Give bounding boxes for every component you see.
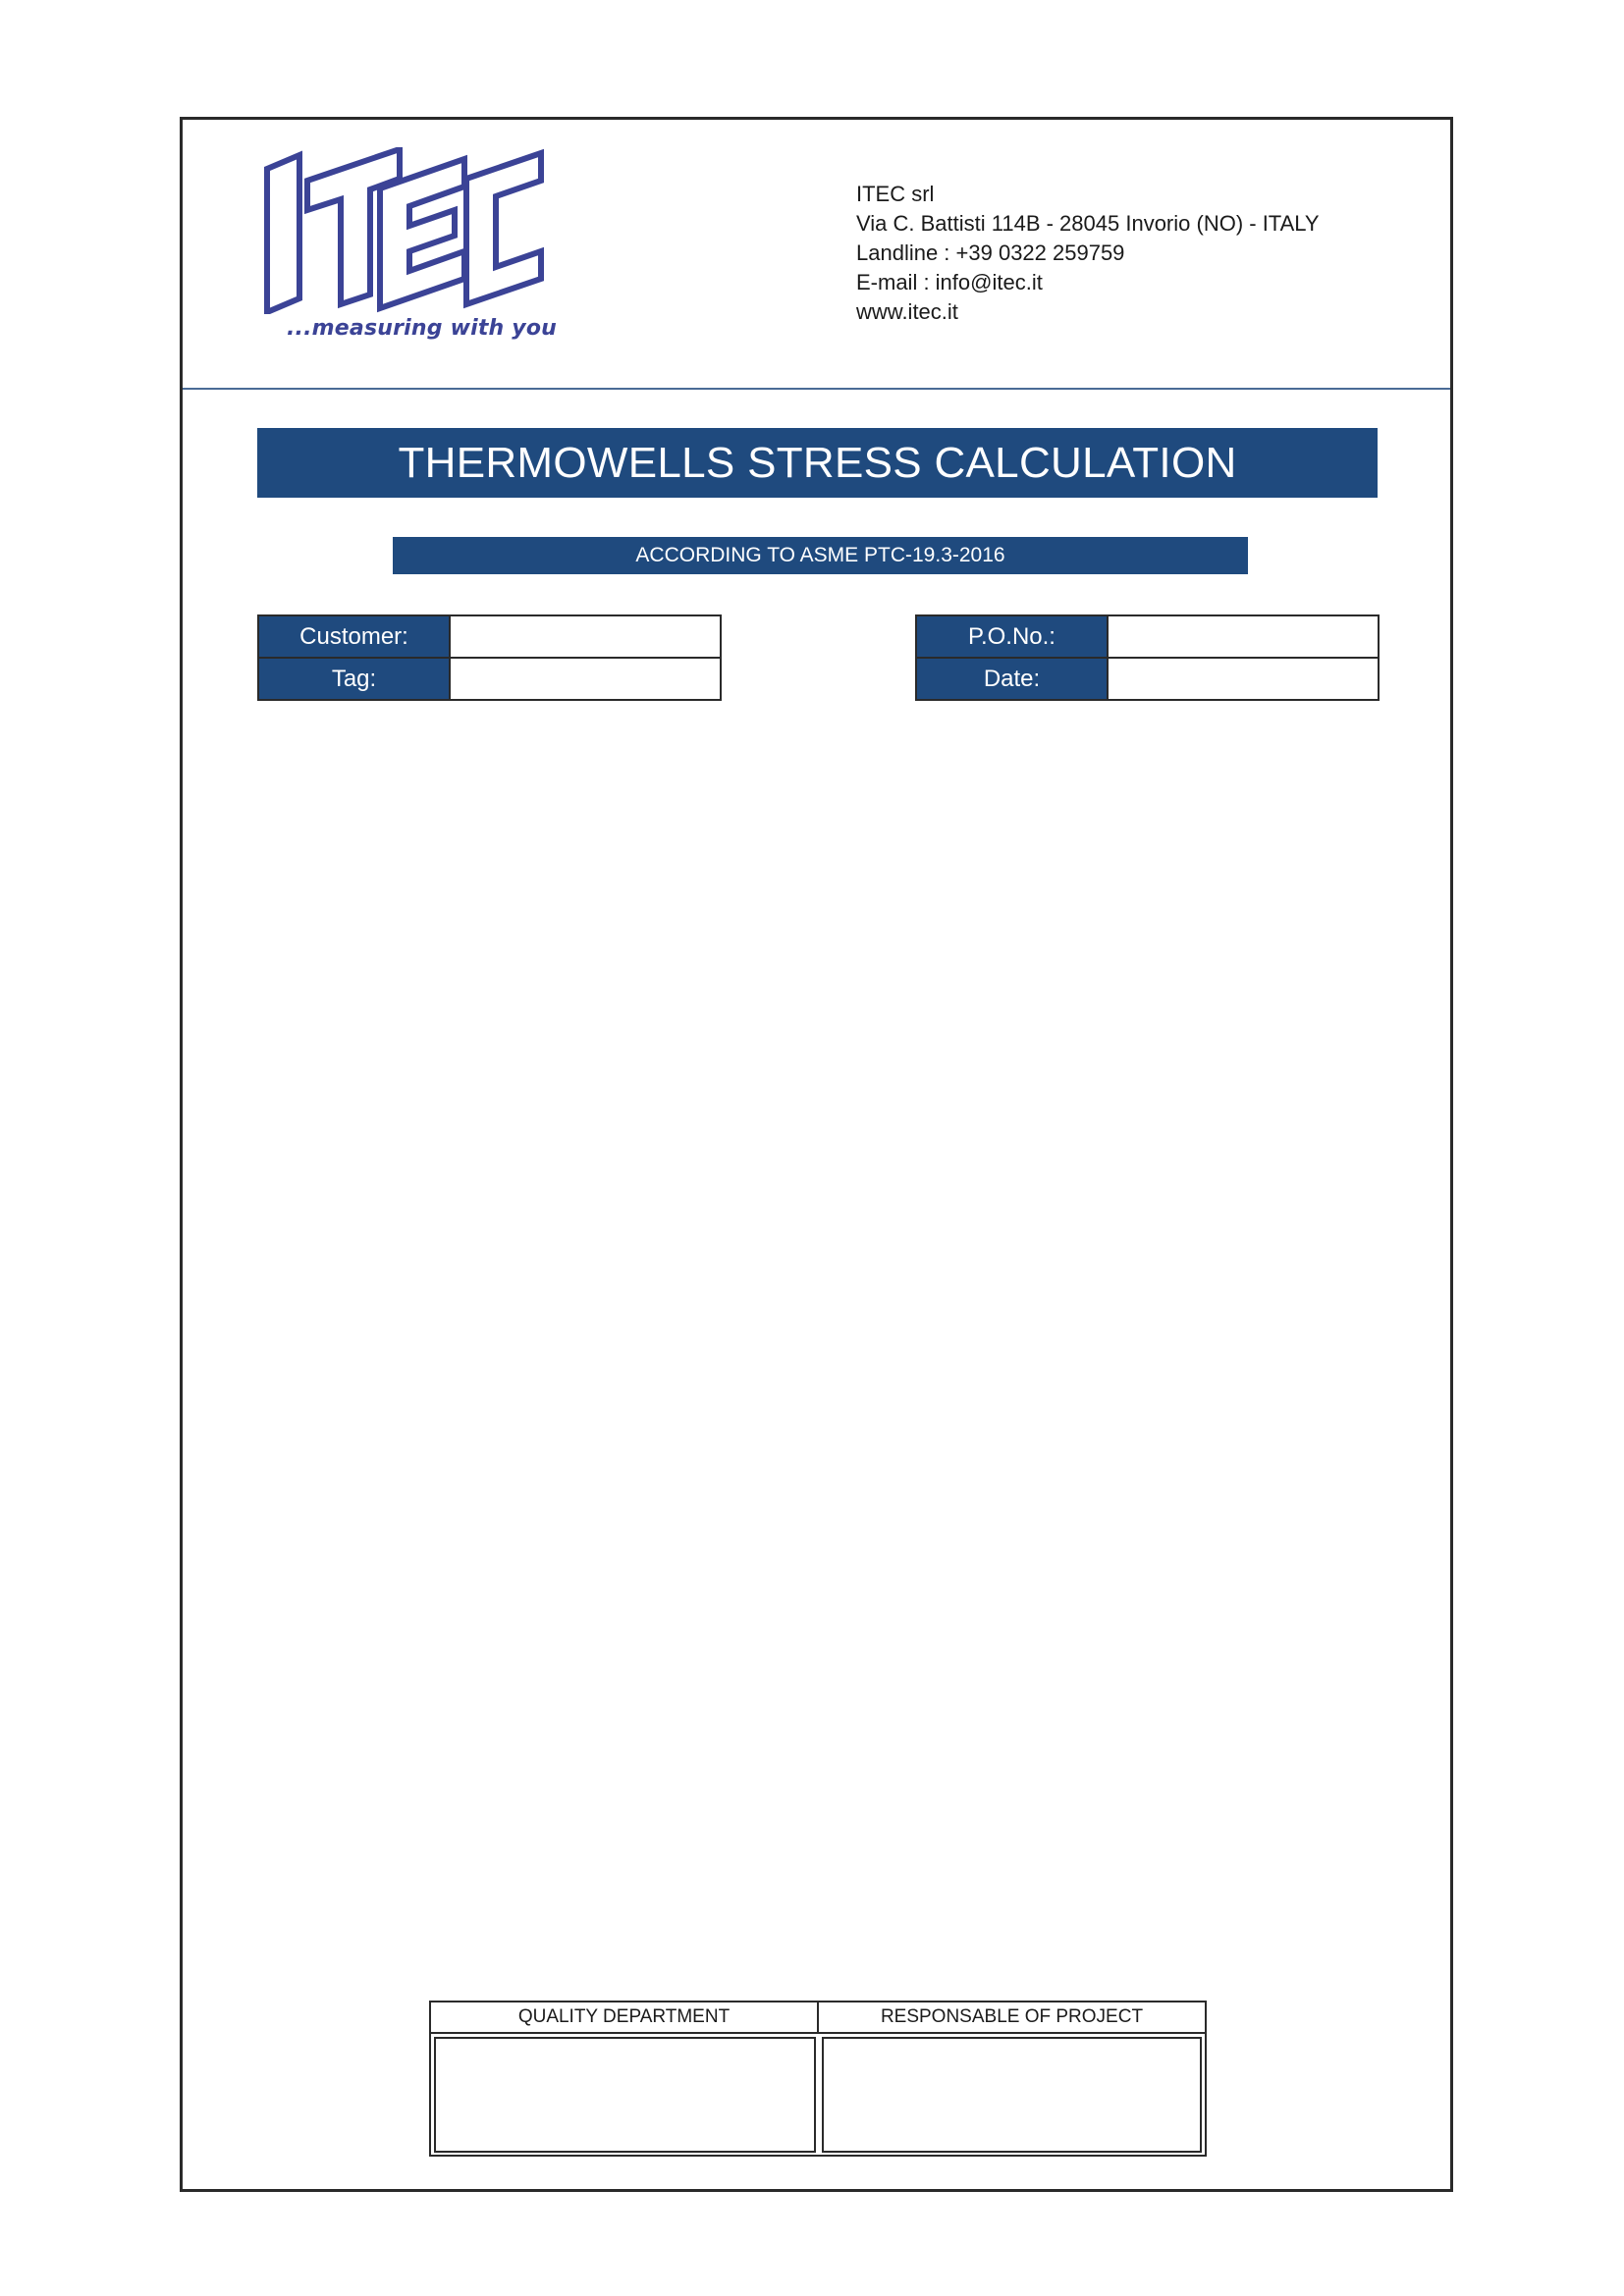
po-number-label: P.O.No.: xyxy=(915,614,1109,659)
tag-label: Tag: xyxy=(257,657,451,701)
date-field[interactable] xyxy=(1107,657,1380,701)
quality-department-header: QUALITY DEPARTMENT xyxy=(431,2002,819,2032)
tag-field[interactable] xyxy=(449,657,722,701)
quality-signature-box[interactable] xyxy=(434,2037,816,2153)
document-title: THERMOWELLS STRESS CALCULATION xyxy=(257,428,1378,498)
header-divider xyxy=(183,388,1450,390)
company-name: ITEC srl xyxy=(856,182,935,206)
customer-label: Customer: xyxy=(257,614,451,659)
company-website: www.itec.it xyxy=(856,299,958,324)
tag-row: Tag: xyxy=(257,657,722,701)
itec-logo-mark xyxy=(264,147,544,314)
order-info-table: P.O.No.: Date: xyxy=(915,614,1380,701)
company-contact-block: ITEC srl Via C. Battisti 114B - 28045 In… xyxy=(856,180,1367,327)
logo-tagline: ...measuring with you xyxy=(287,316,557,341)
project-signature-box[interactable] xyxy=(822,2037,1202,2153)
date-label: Date: xyxy=(915,657,1109,701)
signature-table: QUALITY DEPARTMENT RESPONSABLE OF PROJEC… xyxy=(429,2001,1207,2157)
po-row: P.O.No.: xyxy=(915,614,1380,659)
po-number-field[interactable] xyxy=(1107,614,1380,659)
date-row: Date: xyxy=(915,657,1380,701)
company-address: Via C. Battisti 114B - 28045 Invorio (NO… xyxy=(856,211,1320,236)
document-subtitle: ACCORDING TO ASME PTC-19.3-2016 xyxy=(393,537,1248,574)
signature-divider xyxy=(431,2032,1205,2034)
customer-info-table: Customer: Tag: xyxy=(257,614,722,701)
customer-field[interactable] xyxy=(449,614,722,659)
company-logo: ...measuring with you xyxy=(260,147,557,353)
project-responsible-header: RESPONSABLE OF PROJECT xyxy=(880,2006,1144,2027)
company-landline: Landline : +39 0322 259759 xyxy=(856,240,1125,265)
customer-row: Customer: xyxy=(257,614,722,659)
company-email: E-mail : info@itec.it xyxy=(856,270,1043,294)
